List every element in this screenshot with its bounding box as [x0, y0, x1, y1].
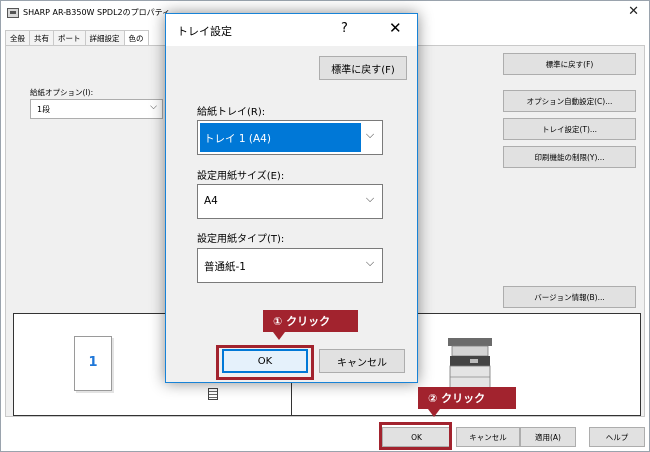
properties-tab-bar: 全般 共有 ポート 詳細設定 色の	[5, 30, 149, 45]
chevron-down-icon: ⌵	[150, 102, 157, 112]
feed-option-select[interactable]: 1段 ⌵	[30, 99, 163, 119]
paper-size-value: A4	[204, 195, 218, 207]
dialog-titlebar: トレイ設定 ? ✕	[166, 14, 417, 46]
auto-options-button[interactable]: オプション自動設定(C)...	[503, 90, 636, 112]
tab-advanced[interactable]: 詳細設定	[84, 30, 125, 45]
chevron-down-icon: ⌵	[365, 192, 375, 205]
feed-option-value: 1段	[37, 105, 51, 114]
printer-icon	[448, 338, 492, 393]
apply-button[interactable]: 適用(A)	[520, 427, 576, 447]
tab-sharing[interactable]: 共有	[29, 30, 54, 45]
window-close-icon[interactable]: ✕	[628, 4, 639, 19]
tab-ports[interactable]: ポート	[53, 30, 86, 45]
paper-type-value: 普通紙-1	[204, 261, 246, 273]
paper-type-label: 設定用紙タイプ(T):	[197, 234, 285, 245]
tray-number: 1	[88, 355, 98, 370]
paper-size-label: 設定用紙サイズ(E):	[197, 171, 285, 182]
feed-tray-label: 給紙トレイ(R):	[197, 107, 266, 118]
dialog-close-icon[interactable]: ✕	[389, 19, 402, 37]
feed-option-label: 給紙オプション(I):	[30, 88, 94, 97]
help-button[interactable]: ヘルプ	[589, 427, 645, 447]
dialog-title: トレイ設定	[177, 25, 232, 38]
feed-tray-select[interactable]: トレイ 1 (A4) ⌵	[197, 120, 383, 155]
cancel-button[interactable]: キャンセル	[456, 427, 520, 447]
tab-general[interactable]: 全般	[5, 30, 30, 45]
step1-highlight-frame	[216, 345, 314, 380]
step2-callout-text: ② クリック	[428, 392, 486, 405]
step2-callout: ② クリック	[418, 387, 516, 417]
step1-callout-text: ① クリック	[273, 315, 331, 328]
callout-pointer	[273, 332, 285, 340]
chevron-down-icon: ⌵	[365, 128, 375, 141]
paper-size-select[interactable]: A4 ⌵	[197, 184, 383, 219]
step2-highlight-frame	[379, 422, 452, 450]
paper-type-select[interactable]: 普通紙-1 ⌵	[197, 248, 383, 283]
print-restriction-button[interactable]: 印刷機能の制限(Y)...	[503, 146, 636, 168]
help-icon[interactable]: ?	[341, 21, 348, 36]
window-title: SHARP AR-B350W SPDL2のプロパティ	[23, 8, 171, 17]
step1-callout: ① クリック	[263, 310, 358, 340]
printer-app-icon	[7, 8, 19, 18]
chevron-down-icon: ⌵	[365, 256, 375, 269]
tab-color[interactable]: 色の	[123, 30, 149, 45]
restore-defaults-button[interactable]: 標準に戻す(F)	[503, 53, 636, 75]
version-info-button[interactable]: バージョン情報(B)...	[503, 286, 636, 308]
callout-pointer	[428, 409, 440, 417]
feed-tray-value: トレイ 1 (A4)	[204, 133, 271, 145]
tray-settings-button[interactable]: トレイ設定(T)...	[503, 118, 636, 140]
dialog-cancel-button[interactable]: キャンセル	[319, 349, 405, 373]
dialog-restore-defaults-button[interactable]: 標準に戻す(F)	[319, 56, 407, 80]
tray-card: 1	[74, 336, 112, 391]
document-icon	[208, 388, 218, 400]
